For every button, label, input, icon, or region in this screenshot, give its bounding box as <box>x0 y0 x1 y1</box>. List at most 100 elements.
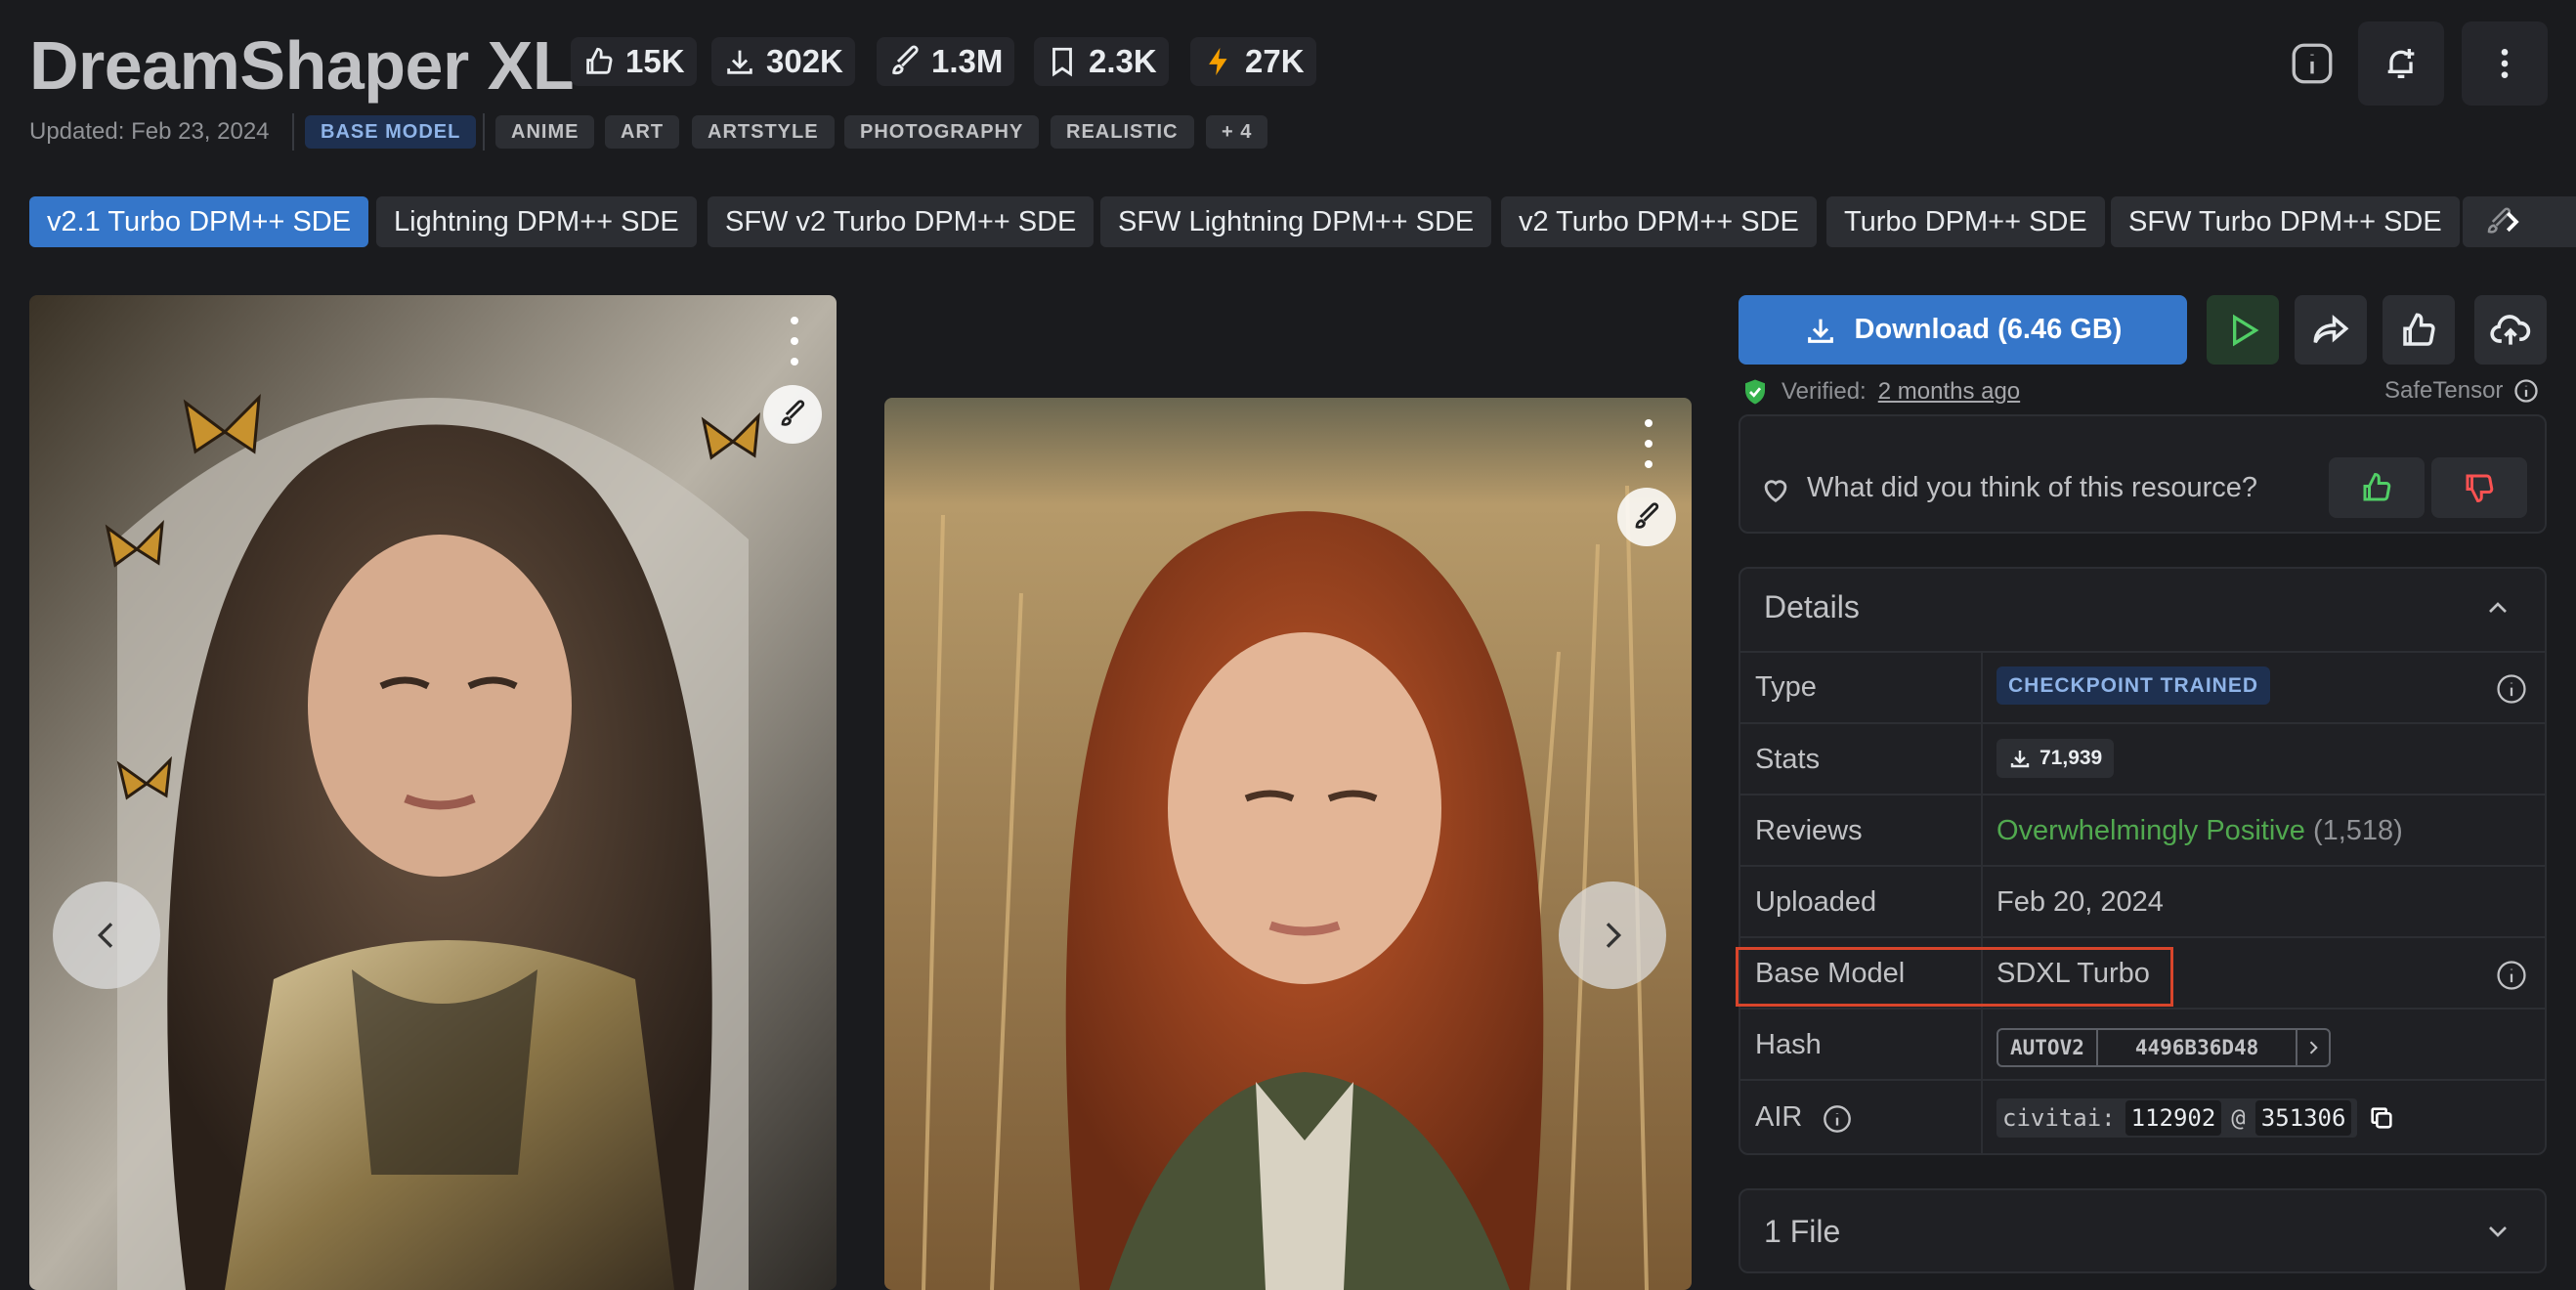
uploaded-label: Uploaded <box>1755 886 1877 918</box>
heart-icon <box>1759 473 1792 506</box>
brush-icon <box>778 400 807 429</box>
info-button[interactable] <box>2269 22 2355 106</box>
tag-artstyle[interactable]: ARTSTYLE <box>692 115 835 149</box>
air-model-id: 112902 <box>2125 1100 2222 1136</box>
version-tab[interactable]: v2 Turbo DPM++ SDE <box>1501 196 1817 247</box>
like-button[interactable] <box>2383 295 2455 365</box>
generations-count: 1.3M <box>931 43 1004 79</box>
remix-button[interactable] <box>1617 488 1676 546</box>
info-icon[interactable] <box>1822 1103 1853 1135</box>
info-icon <box>2288 39 2337 88</box>
image-menu-button[interactable] <box>788 317 801 366</box>
generations-stat[interactable]: 1.3M <box>877 37 1015 86</box>
downloads-stat[interactable]: 302K <box>711 37 855 86</box>
chevron-up-icon[interactable] <box>2482 592 2513 624</box>
reviews-label: Reviews <box>1755 815 1863 846</box>
download-button[interactable]: Download (6.46 GB) <box>1739 295 2187 365</box>
download-label: Download (6.46 GB) <box>1854 314 2123 345</box>
more-tags-button[interactable]: + 4 <box>1206 115 1268 149</box>
brush-icon <box>1632 502 1661 532</box>
bell-plus-icon <box>2382 44 2421 83</box>
hash-selector[interactable]: AUTOV2 4496B36D48 <box>1996 1028 2332 1067</box>
tabs-scroll-right-button[interactable] <box>2490 200 2533 243</box>
version-tab[interactable]: SFW v2 Turbo DPM++ SDE <box>708 196 1095 247</box>
downloads-count: 71,939 <box>2039 747 2103 769</box>
files-card[interactable] <box>1739 1188 2547 1273</box>
chevron-right-icon <box>2303 1038 2323 1057</box>
chevron-right-icon <box>2497 207 2526 236</box>
stats-label: Stats <box>1755 744 1821 775</box>
thumbs-up-icon <box>582 45 616 78</box>
hash-next-button[interactable] <box>2296 1030 2329 1065</box>
play-icon <box>2223 311 2262 350</box>
base-model-tag[interactable]: BASE MODEL <box>305 115 477 149</box>
image-menu-button[interactable] <box>1642 419 1655 468</box>
bookmark-icon <box>1046 45 1079 78</box>
brush-icon <box>888 45 922 78</box>
verified-label: Verified: <box>1782 378 1867 405</box>
bookmarks-stat[interactable]: 2.3K <box>1034 37 1169 86</box>
reviews-value[interactable]: Overwhelmingly Positive (1,518) <box>1996 815 2403 847</box>
type-value: CHECKPOINT TRAINED <box>1996 666 2271 705</box>
showcase-image[interactable] <box>29 295 837 1290</box>
hash-label: Hash <box>1755 1029 1822 1060</box>
hash-algo[interactable]: AUTOV2 <box>1998 1030 2096 1065</box>
air-prefix: civitai: <box>2002 1104 2116 1132</box>
tag-photography[interactable]: PHOTOGRAPHY <box>844 115 1040 149</box>
version-tab[interactable]: SFW Lightning DPM++ SDE <box>1100 196 1492 247</box>
bookmarks-count: 2.3K <box>1089 43 1157 79</box>
info-icon[interactable] <box>2495 959 2528 992</box>
review-count: (1,518) <box>2312 815 2403 846</box>
version-tab[interactable]: Turbo DPM++ SDE <box>1826 196 2105 247</box>
air-version-id: 351306 <box>2254 1100 2352 1136</box>
notify-button[interactable] <box>2358 22 2444 106</box>
updated-date: Updated: Feb 23, 2024 <box>29 118 270 145</box>
shield-check-icon <box>1740 377 1770 407</box>
copy-icon <box>2368 1104 2395 1132</box>
review-positive-button[interactable] <box>2329 457 2425 518</box>
download-icon <box>2008 747 2032 770</box>
info-circle-icon[interactable] <box>2512 377 2540 405</box>
vertical-dots-icon <box>2485 44 2524 83</box>
details-column-divider <box>1981 651 1983 1154</box>
divider <box>292 113 294 150</box>
buzz-count: 27K <box>1245 43 1305 79</box>
likes-count: 15K <box>625 43 685 79</box>
info-icon[interactable] <box>2495 672 2528 706</box>
copy-button[interactable] <box>2368 1104 2395 1132</box>
download-icon <box>723 45 756 78</box>
files-title[interactable]: 1 File <box>1764 1214 1840 1250</box>
air-identifier[interactable]: civitai: 112902 @ 351306 <box>1996 1098 2358 1138</box>
file-format: SafeTensor <box>2384 377 2540 405</box>
carousel-prev-button[interactable] <box>53 882 160 989</box>
likes-stat[interactable]: 15K <box>571 37 697 86</box>
buzz-stat[interactable]: 27K <box>1190 37 1316 86</box>
stats-value: 71,939 <box>1996 739 2115 778</box>
carousel-next-button[interactable] <box>1559 882 1666 989</box>
review-negative-button[interactable] <box>2431 457 2527 518</box>
verified-time-link[interactable]: 2 months ago <box>1878 378 2020 406</box>
tag-art[interactable]: ART <box>605 115 680 149</box>
chevron-right-icon <box>1593 916 1632 955</box>
cloud-upload-button[interactable] <box>2474 295 2547 365</box>
download-icon <box>1804 314 1837 347</box>
downloads-badge: 71,939 <box>1996 739 2115 778</box>
showcase-image[interactable] <box>884 398 1692 1290</box>
remix-button[interactable] <box>763 385 822 444</box>
version-tab[interactable]: Lightning DPM++ SDE <box>376 196 697 247</box>
tag-anime[interactable]: ANIME <box>495 115 595 149</box>
chevron-down-icon[interactable] <box>2482 1216 2513 1247</box>
review-sentiment[interactable]: Overwhelmingly Positive <box>1996 815 2305 846</box>
tag-realistic[interactable]: REALISTIC <box>1051 115 1194 149</box>
hash-value[interactable]: 4496B36D48 <box>2095 1030 2296 1065</box>
details-title[interactable]: Details <box>1764 589 1860 625</box>
version-tab[interactable]: SFW Turbo DPM++ SDE <box>2111 196 2460 247</box>
version-tab[interactable]: v2.1 Turbo DPM++ SDE <box>29 196 369 247</box>
divider <box>483 113 485 150</box>
run-button[interactable] <box>2207 295 2279 365</box>
more-menu-button[interactable] <box>2462 22 2548 106</box>
uploaded-value: Feb 20, 2024 <box>1996 886 2164 918</box>
share-button[interactable] <box>2295 295 2367 365</box>
details-row-stats <box>1740 722 2545 794</box>
thumbs-up-icon <box>2398 310 2439 351</box>
